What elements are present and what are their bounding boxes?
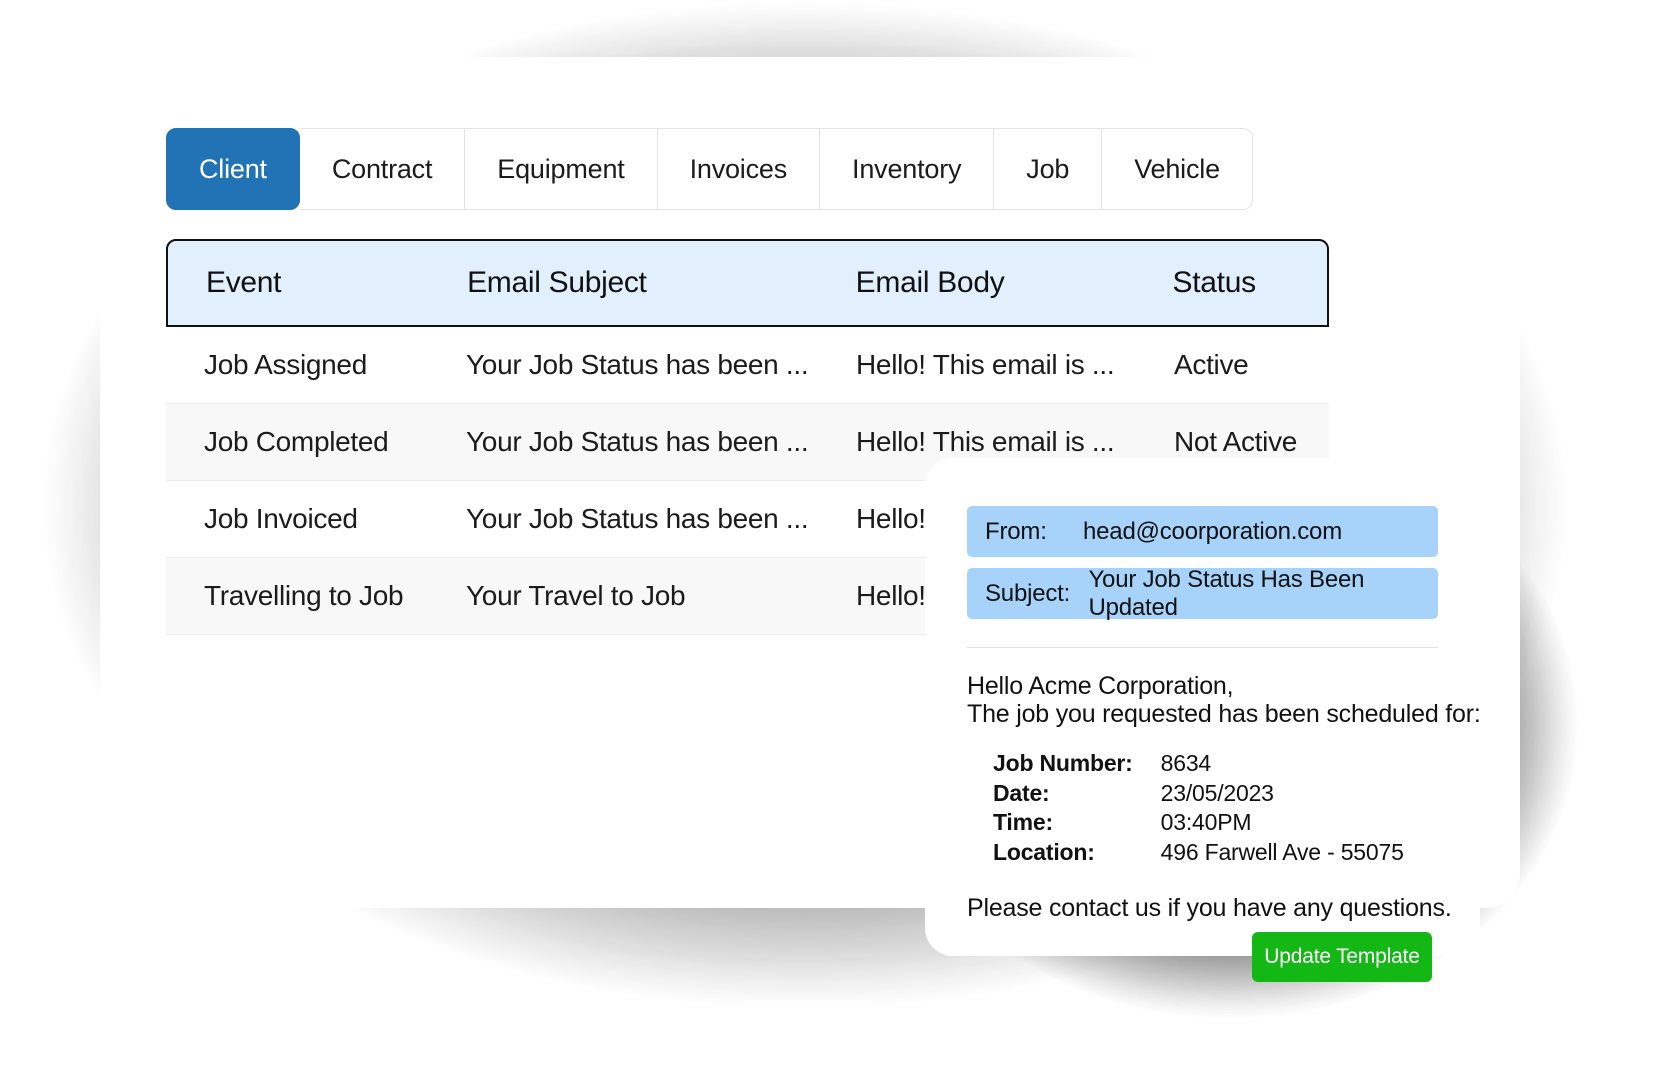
detail-key-job-number: Job Number: [993, 750, 1133, 776]
cell-status: Active [1174, 349, 1249, 380]
tab-inventory-label: Inventory [852, 153, 962, 184]
email-greeting: Hello Acme Corporation, [967, 672, 1234, 700]
cell-event: Travelling to Job [204, 580, 404, 611]
column-header-body: Email Body [855, 266, 1005, 299]
detail-key-time: Time: [993, 809, 1053, 836]
detail-row-time: Time: 03:40PM [993, 809, 1404, 839]
tab-contract[interactable]: Contract [299, 128, 466, 210]
email-body-content: Hello Acme Corporation, The job you requ… [967, 672, 1481, 923]
detail-value-location: 496 Farwell Ave - 55075 [1160, 838, 1404, 865]
update-template-button[interactable]: Update Template [1252, 932, 1432, 982]
tab-vehicle-label: Vehicle [1134, 153, 1220, 184]
tab-equipment[interactable]: Equipment [465, 128, 658, 210]
tab-job[interactable]: Job [994, 128, 1103, 210]
job-detail-table: Job Number: 8634 Date: 23/05/2023 Time: … [993, 750, 1404, 868]
tab-client[interactable]: Client [166, 128, 300, 210]
tab-invoices[interactable]: Invoices [657, 128, 821, 210]
tab-equipment-label: Equipment [497, 153, 625, 184]
email-from-value: head@coorporation.com [1083, 517, 1342, 545]
email-closing: Please contact us if you have any questi… [967, 894, 1452, 923]
detail-value-time: 03:40PM [1160, 809, 1252, 836]
cell-body: Hello! This email is ... [856, 349, 1115, 380]
cell-event: Job Assigned [204, 349, 367, 380]
table-row[interactable]: Job Assigned Your Job Status has been ..… [166, 327, 1329, 404]
detail-key-location: Location: [993, 838, 1095, 865]
tab-client-label: Client [199, 153, 267, 184]
email-subject-label: Subject: [985, 579, 1071, 607]
cell-subject: Your Travel to Job [466, 580, 686, 611]
email-preview-card: From: head@coorporation.com Subject: You… [925, 458, 1481, 956]
email-divider [967, 647, 1438, 648]
entity-tab-bar: Client Contract Equipment Invoices Inven… [166, 128, 1253, 210]
cell-event: Job Completed [204, 426, 389, 457]
table-header-row: Event Email Subject Email Body Status [166, 239, 1329, 327]
cell-subject: Your Job Status has been ... [466, 503, 809, 534]
tab-inventory[interactable]: Inventory [820, 128, 995, 210]
column-header-subject: Email Subject [467, 266, 647, 299]
tab-job-label: Job [1026, 153, 1070, 184]
email-subject-field[interactable]: Subject: Your Job Status Has Been Update… [967, 565, 1438, 621]
tab-invoices-label: Invoices [689, 153, 788, 184]
detail-row-job-number: Job Number: 8634 [993, 750, 1404, 780]
column-header-event: Event [206, 266, 282, 299]
detail-value-date: 23/05/2023 [1160, 779, 1274, 806]
cell-subject: Your Job Status has been ... [466, 349, 809, 380]
email-from-label: From: [985, 517, 1047, 545]
detail-value-job-number: 8634 [1160, 750, 1212, 776]
cell-body: Hello! This email is ... [856, 426, 1115, 457]
cell-subject: Your Job Status has been ... [466, 426, 809, 457]
cell-event: Job Invoiced [204, 503, 358, 534]
screenshot-stage: Client Contract Equipment Invoices Inven… [0, 0, 1670, 1081]
detail-key-date: Date: [993, 779, 1050, 806]
tab-vehicle[interactable]: Vehicle [1102, 128, 1253, 210]
column-header-status: Status [1172, 266, 1257, 299]
tab-contract-label: Contract [331, 153, 433, 184]
detail-row-date: Date: 23/05/2023 [993, 780, 1404, 810]
email-from-field[interactable]: From: head@coorporation.com [967, 506, 1438, 557]
email-subject-value: Your Job Status Has Been Updated [1088, 565, 1365, 621]
email-intro: The job you requested has been scheduled… [967, 700, 1481, 728]
cell-status: Not Active [1174, 426, 1298, 457]
detail-row-location: Location: 496 Farwell Ave - 55075 [993, 839, 1404, 869]
